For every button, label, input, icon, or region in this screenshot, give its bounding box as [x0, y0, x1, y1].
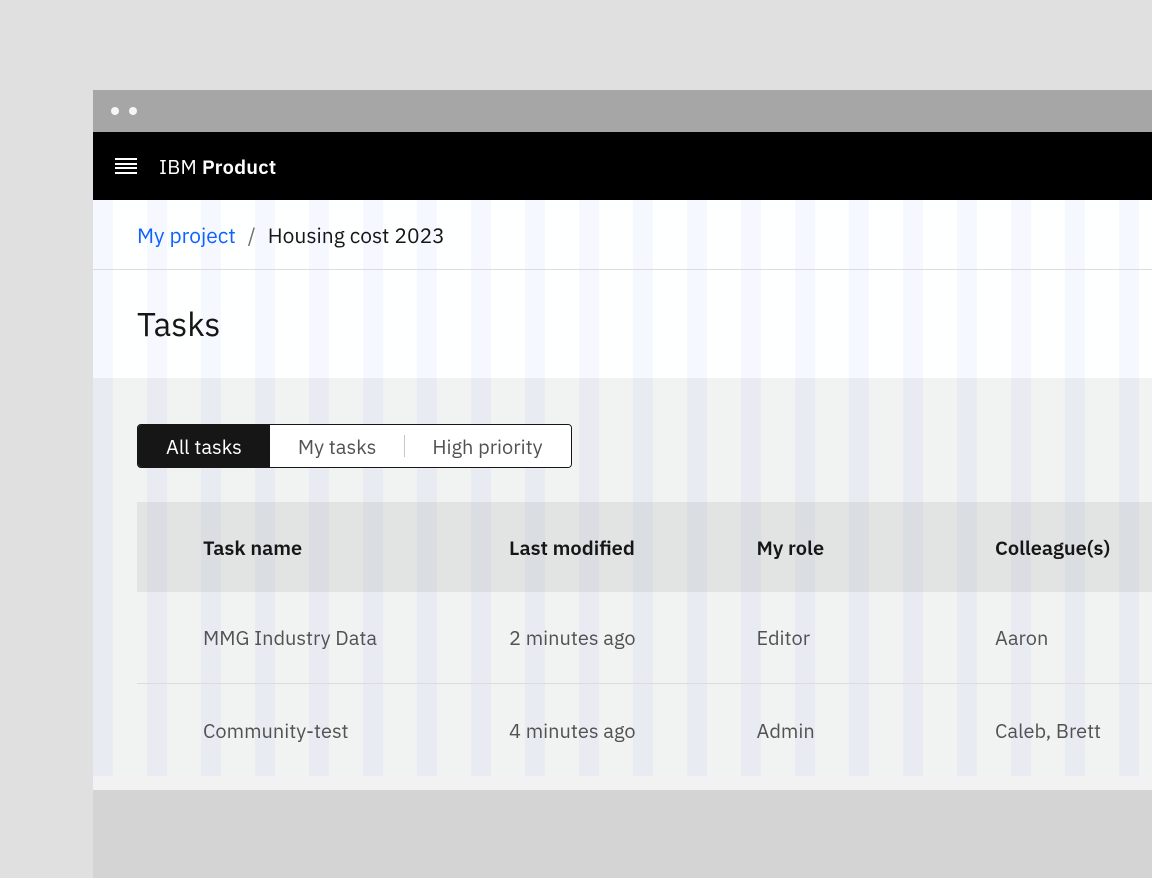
page-heading-area: Tasks [93, 270, 1152, 378]
cell-my-role: Admin [757, 717, 996, 744]
table-row[interactable]: Community-test 4 minutes ago Admin Caleb… [137, 684, 1152, 776]
window-dot-icon[interactable] [129, 107, 137, 115]
app-window: IBM Product My project / Housing cost 20… [93, 90, 1152, 790]
tabs: All tasks My tasks High priority Task na… [93, 378, 1152, 776]
cell-colleagues: Caleb, Brett [995, 717, 1152, 744]
col-task-name: Task name [203, 534, 509, 561]
tasks-table: Task name Last modified My role Colleagu… [137, 502, 1152, 776]
col-colleagues: Colleague(s) [995, 534, 1152, 561]
cell-task-name: MMG Industry Data [203, 624, 509, 651]
window-titlebar [93, 90, 1152, 132]
cell-task-name: Community-test [203, 717, 509, 744]
app-title: IBM Product [159, 153, 276, 180]
cell-last-modified: 2 minutes ago [509, 624, 757, 651]
col-last-modified: Last modified [509, 534, 757, 561]
breadcrumb-link-project[interactable]: My project [137, 221, 236, 249]
cell-my-role: Editor [757, 624, 996, 651]
page-title: Tasks [137, 303, 220, 346]
segmented-control: All tasks My tasks High priority [137, 424, 572, 468]
app-header: IBM Product [93, 132, 1152, 200]
tab-my-tasks[interactable]: My tasks [270, 425, 404, 467]
content-area: My project / Housing cost 2023 Tasks All… [93, 200, 1152, 776]
window-dot-icon[interactable] [111, 107, 119, 115]
brand-name: Product [202, 153, 277, 180]
tab-high-priority[interactable]: High priority [404, 425, 570, 467]
breadcrumb-separator: / [242, 221, 262, 249]
table-header: Task name Last modified My role Colleagu… [137, 502, 1152, 592]
hamburger-menu-icon[interactable] [115, 158, 137, 174]
cell-colleagues: Aaron [995, 624, 1152, 651]
cell-last-modified: 4 minutes ago [509, 717, 757, 744]
brand-prefix: IBM [159, 153, 202, 180]
table-row[interactable]: MMG Industry Data 2 minutes ago Editor A… [137, 592, 1152, 684]
col-my-role: My role [757, 534, 996, 561]
breadcrumb-current: Housing cost 2023 [268, 221, 445, 249]
tab-all-tasks[interactable]: All tasks [138, 425, 270, 467]
breadcrumb: My project / Housing cost 2023 [93, 200, 1152, 270]
